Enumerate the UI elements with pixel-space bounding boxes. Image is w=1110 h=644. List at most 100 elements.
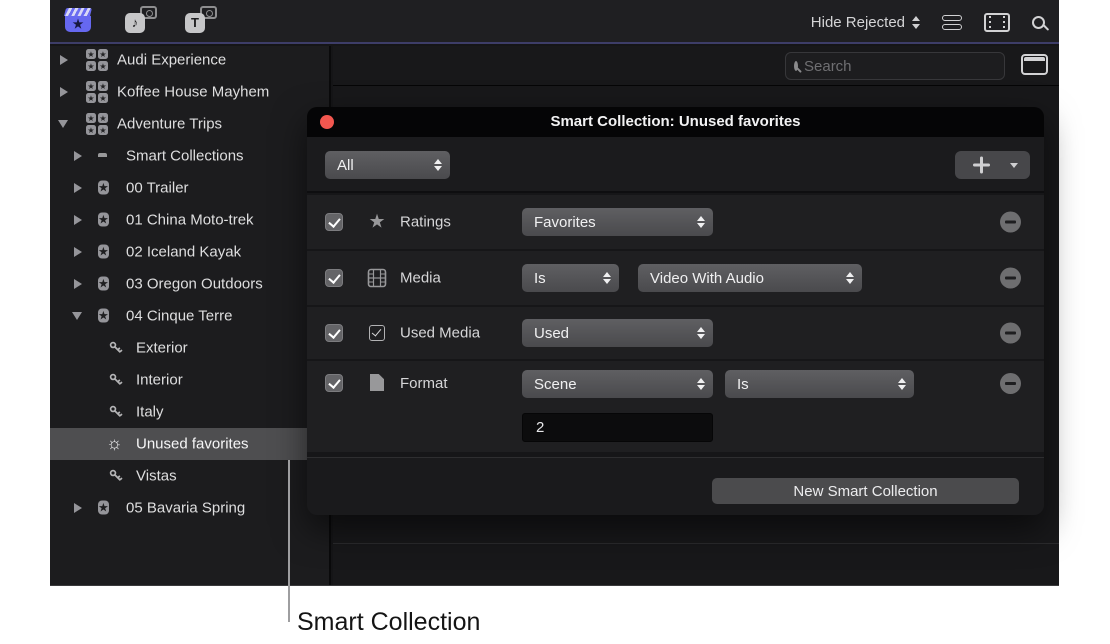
rule-checkbox[interactable] (325, 269, 343, 287)
sidebar-item-label: Italy (136, 404, 164, 421)
remove-rule-button[interactable] (1000, 268, 1021, 289)
browser-window-icon[interactable] (1021, 54, 1048, 75)
plus-icon (973, 157, 990, 174)
rule-checkbox[interactable] (325, 324, 343, 342)
search-input[interactable] (804, 58, 1003, 75)
disclosure-triangle-icon[interactable] (74, 215, 82, 225)
sidebar-tabs: ★ ♪ T (63, 5, 217, 39)
hide-rejected-dropdown[interactable]: Hide Rejected (811, 14, 920, 31)
clip-appearance-icon[interactable] (942, 12, 962, 33)
disclosure-triangle-icon[interactable] (74, 279, 82, 289)
sidebar-item-label: Interior (136, 372, 183, 389)
rule-label: Format (400, 375, 448, 392)
media-type-select[interactable]: Video With Audio (638, 264, 862, 292)
disclosure-triangle-icon[interactable] (74, 183, 82, 193)
clapper-body: ★ (65, 16, 91, 32)
sidebar-item-exterior[interactable]: Exterior (50, 332, 329, 364)
disclosure-triangle-icon[interactable] (74, 247, 82, 257)
photos-audio-icon[interactable]: ♪ (123, 5, 157, 37)
titles-generators-icon[interactable]: T (183, 5, 217, 37)
ratings-select[interactable]: Favorites (522, 208, 713, 236)
remove-rule-button[interactable] (1000, 373, 1021, 394)
sidebar-item-label: Vistas (136, 468, 177, 485)
top-toolbar: ★ ♪ T Hide Rejected (50, 0, 1059, 44)
chevron-updown-icon (434, 159, 442, 171)
disclosure-triangle-icon[interactable] (60, 55, 68, 65)
sidebar-item-koffee-house-mayhem[interactable]: ★★★★ Koffee House Mayhem (50, 76, 329, 108)
event-star-icon: ★ (98, 179, 109, 198)
rule-checkbox[interactable] (325, 213, 343, 231)
sidebar-item-label: Unused favorites (136, 436, 249, 453)
disclosure-triangle-icon[interactable] (58, 120, 68, 128)
browser-toolbar (333, 46, 1059, 86)
format-property-value: Scene (534, 376, 577, 393)
sidebar-item-label: 03 Oregon Outdoors (126, 276, 263, 293)
chevron-updown-icon (697, 378, 705, 390)
filter-row-used-media: Used Media Used (307, 307, 1044, 359)
filmstrip-view-icon[interactable] (984, 13, 1010, 32)
sidebar-item-02-iceland-kayak[interactable]: ★ 02 Iceland Kayak (50, 236, 329, 268)
rule-checkbox[interactable] (325, 374, 343, 392)
keyword-key-icon (108, 468, 124, 484)
disclosure-triangle-icon[interactable] (60, 87, 68, 97)
library-icon: ★★★★ (86, 113, 108, 135)
page: ★ ♪ T Hide Rejected (0, 0, 1110, 644)
search-icon[interactable] (1032, 16, 1045, 29)
document-icon (363, 374, 391, 391)
media-operator-select[interactable]: Is (522, 264, 619, 292)
chevron-updown-icon (846, 272, 854, 284)
media-operator-value: Is (534, 270, 546, 287)
search-field[interactable] (785, 52, 1005, 80)
panel-footer: New Smart Collection (307, 457, 1044, 515)
remove-rule-button[interactable] (1000, 212, 1021, 233)
panel-title: Smart Collection: Unused favorites (307, 107, 1044, 137)
event-star-icon: ★ (98, 211, 109, 230)
format-property-select[interactable]: Scene (522, 370, 713, 398)
rule-label: Used Media (400, 325, 480, 342)
sidebar-item-label: Exterior (136, 340, 188, 357)
sidebar-item-label: Audi Experience (117, 52, 226, 69)
rule-label: Media (400, 270, 441, 287)
format-operator-select[interactable]: Is (725, 370, 914, 398)
sidebar-item-italy[interactable]: Italy (50, 396, 329, 428)
chevron-updown-icon (603, 272, 611, 284)
sidebar-item-adventure-trips[interactable]: ★★★★ Adventure Trips (50, 108, 329, 140)
sidebar-item-03-oregon-outdoors[interactable]: ★ 03 Oregon Outdoors (50, 268, 329, 300)
callout-line (288, 460, 290, 622)
scope-select[interactable]: All (325, 151, 450, 179)
disclosure-triangle-icon[interactable] (74, 151, 82, 161)
sidebar-item-label: Adventure Trips (117, 116, 222, 133)
sidebar-item-label: Koffee House Mayhem (117, 84, 269, 101)
disclosure-triangle-icon[interactable] (74, 503, 82, 513)
clapperboard-icon: ★ (63, 5, 93, 37)
sidebar-item-00-trailer[interactable]: ★ 00 Trailer (50, 172, 329, 204)
star-icon: ★ (363, 213, 391, 232)
smart-collection-panel: Smart Collection: Unused favorites All ★… (307, 107, 1044, 515)
disclosure-triangle-icon[interactable] (72, 312, 82, 320)
titles-letter-icon: T (185, 13, 205, 33)
callout-label: Smart Collection (297, 608, 480, 637)
music-note-icon: ♪ (125, 13, 145, 33)
app-window: ★ ♪ T Hide Rejected (50, 0, 1059, 586)
remove-rule-button[interactable] (1000, 323, 1021, 344)
sidebar-item-smart-collections[interactable]: Smart Collections (50, 140, 329, 172)
format-value-input[interactable] (522, 413, 713, 442)
add-rule-button[interactable] (955, 151, 1030, 179)
sidebar-item-label: 00 Trailer (126, 180, 189, 197)
hide-rejected-label: Hide Rejected (811, 14, 905, 31)
library-icon: ★★★★ (86, 81, 108, 103)
smart-collection-gear-icon: ☼ (106, 434, 123, 454)
sidebar-item-label: 04 Cinque Terre (126, 308, 232, 325)
library-sidebar-icon[interactable]: ★ (63, 5, 97, 39)
used-media-select[interactable]: Used (522, 319, 713, 347)
sidebar-item-label: 01 China Moto-trek (126, 212, 254, 229)
search-icon (794, 61, 798, 71)
sidebar-item-04-cinque-terre[interactable]: ★ 04 Cinque Terre (50, 300, 329, 332)
sidebar-item-01-china-moto-trek[interactable]: ★ 01 China Moto-trek (50, 204, 329, 236)
sidebar-item-interior[interactable]: Interior (50, 364, 329, 396)
filmstrip-icon (363, 268, 391, 288)
new-smart-collection-button[interactable]: New Smart Collection (712, 478, 1019, 504)
sidebar-item-audi-experience[interactable]: ★★★★ Audi Experience (50, 44, 329, 76)
library-icon: ★★★★ (86, 49, 108, 71)
sidebar-item-unused-favorites[interactable]: ☼ Unused favorites (50, 428, 329, 460)
